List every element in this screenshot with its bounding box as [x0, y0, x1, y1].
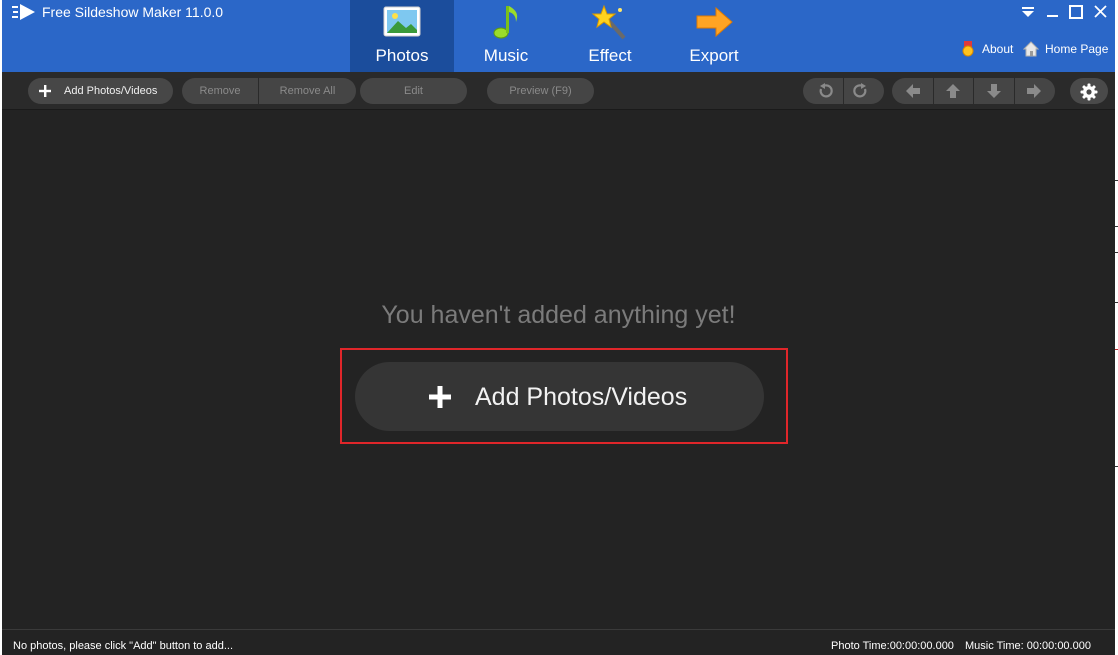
about-label: About [982, 42, 1014, 56]
about-link[interactable]: About [960, 41, 1016, 57]
tab-export[interactable]: Export [662, 0, 766, 72]
rotate-left-icon[interactable] [817, 83, 833, 99]
status-message: No photos, please click "Add" button to … [13, 640, 233, 652]
home-icon [1023, 41, 1039, 57]
minimize-icon[interactable] [1042, 3, 1062, 21]
toolbar-divider [843, 78, 844, 104]
toolbar-divider [973, 78, 974, 104]
arrow-up-icon[interactable] [945, 83, 961, 99]
move-button-group [892, 78, 1055, 104]
maximize-icon[interactable] [1066, 3, 1086, 21]
empty-state-message: You haven't added anything yet! [381, 301, 736, 329]
home-page-label: Home Page [1045, 42, 1109, 56]
rotate-button-group [803, 78, 884, 104]
arrow-right-move-icon[interactable] [1026, 83, 1042, 99]
settings-button[interactable] [1070, 78, 1108, 104]
toolbar-divider [1014, 78, 1015, 104]
app-title: Free Sildeshow Maker 11.0.0 [42, 4, 224, 20]
arrow-left-icon[interactable] [905, 83, 921, 99]
tab-label: Music [483, 46, 529, 65]
tab-photos[interactable]: Photos [350, 0, 454, 72]
photo-icon [383, 6, 421, 37]
preview-button[interactable]: Preview (F9) [487, 78, 594, 104]
app-window: Free Sildeshow Maker 11.0.0 Photos Music [2, 0, 1115, 655]
media-area: You haven't added anything yet! Add Phot… [2, 110, 1115, 629]
header-bar: Free Sildeshow Maker 11.0.0 Photos Music [2, 0, 1115, 72]
remove-button[interactable]: Remove [182, 78, 258, 104]
magic-wand-icon [591, 4, 626, 40]
toolbar: Add Photos/Videos Remove Remove All Edit… [2, 72, 1115, 110]
status-bar: No photos, please click "Add" button to … [2, 629, 1115, 655]
add-photos-videos-large-button[interactable]: Add Photos/Videos [355, 362, 764, 431]
edit-button[interactable]: Edit [360, 78, 467, 104]
add-photos-videos-label: Add Photos/Videos [64, 85, 158, 97]
app-logo-icon [12, 4, 35, 20]
plus-icon [39, 85, 51, 97]
arrow-down-icon[interactable] [986, 83, 1002, 99]
medal-icon [962, 41, 974, 57]
arrow-right-icon [696, 6, 733, 38]
music-time: Music Time: 00:00:00.000 [965, 640, 1091, 652]
tab-effect[interactable]: Effect [558, 0, 662, 72]
tab-music[interactable]: Music [454, 0, 558, 72]
tab-label: Photos [375, 46, 429, 65]
music-note-icon [493, 6, 518, 39]
rotate-right-icon[interactable] [853, 83, 869, 99]
tab-label: Effect [588, 46, 632, 65]
toolbar-divider [933, 78, 934, 104]
tab-label: Export [689, 46, 739, 65]
dropdown-menu-icon[interactable] [1018, 3, 1038, 21]
close-icon[interactable] [1090, 3, 1110, 21]
add-photos-videos-large-label: Add Photos/Videos [475, 383, 688, 411]
add-photos-videos-button[interactable]: Add Photos/Videos [28, 78, 173, 104]
gear-icon [1080, 83, 1098, 101]
home-page-link[interactable]: Home Page [1023, 41, 1109, 57]
remove-all-button[interactable]: Remove All [259, 78, 356, 104]
plus-icon [429, 386, 451, 408]
photo-time: Photo Time:00:00:00.000 [831, 640, 954, 652]
